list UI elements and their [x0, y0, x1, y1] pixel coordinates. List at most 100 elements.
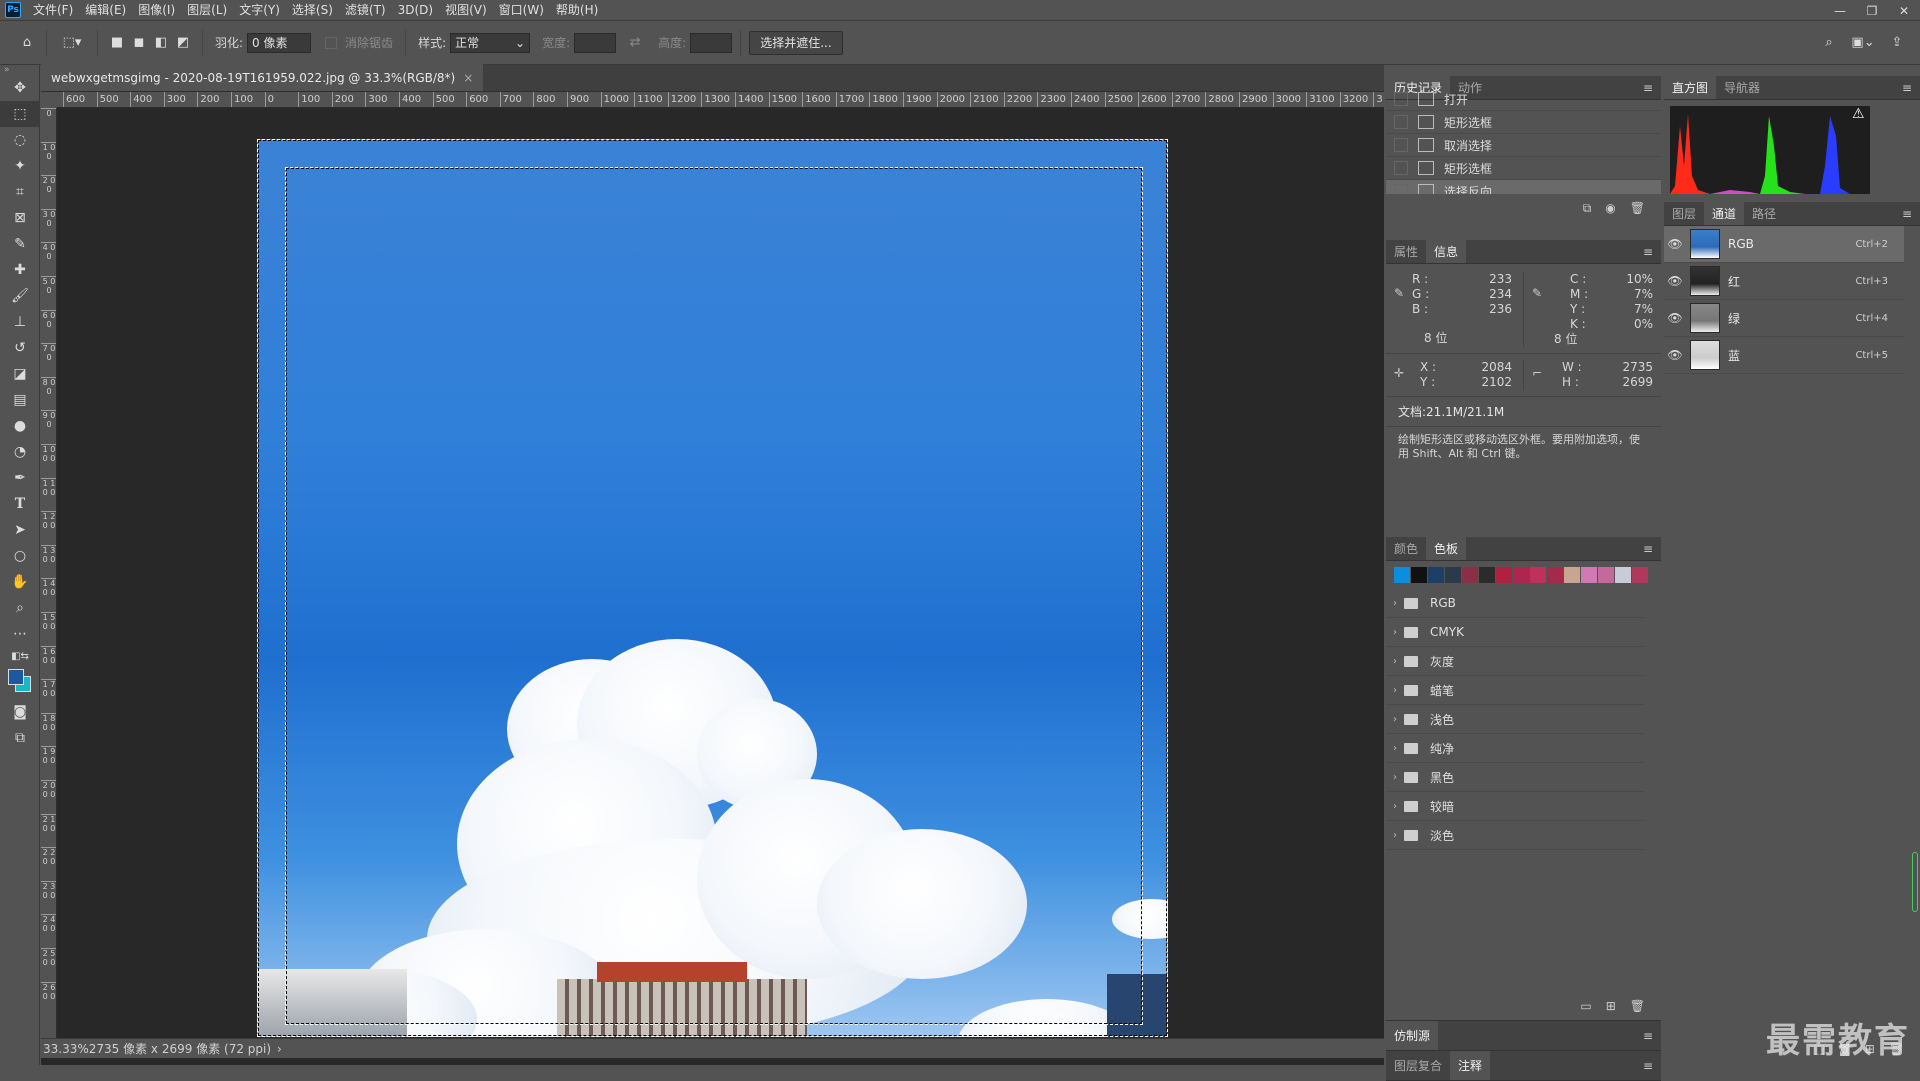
- rect-marquee-tool-icon[interactable]: ⬚: [0, 101, 40, 127]
- swatch-group[interactable]: ›蜡笔: [1386, 676, 1644, 705]
- style-select[interactable]: 正常⌄: [450, 33, 530, 53]
- tab-info[interactable]: 信息: [1426, 240, 1466, 263]
- channel-row[interactable]: 👁红Ctrl+3: [1664, 263, 1904, 300]
- panel-menu-icon[interactable]: ≡: [1635, 1051, 1661, 1080]
- visibility-eye-icon[interactable]: 👁: [1664, 348, 1686, 362]
- workspace-icon[interactable]: ▣⌄: [1852, 32, 1874, 54]
- document-image[interactable]: [257, 139, 1168, 1037]
- tab-color[interactable]: 颜色: [1386, 537, 1426, 560]
- chevron-right-icon[interactable]: ›: [1386, 830, 1404, 841]
- document-tab[interactable]: webwxgetmsgimg - 2020-08-19T161959.022.j…: [41, 64, 483, 91]
- lasso-tool-icon[interactable]: ◌: [0, 127, 40, 153]
- swap-icon[interactable]: ⇄: [624, 32, 646, 54]
- channel-row[interactable]: 👁RGBCtrl+2: [1664, 226, 1904, 263]
- visibility-eye-icon[interactable]: 👁: [1664, 237, 1686, 251]
- history-brush-tool-icon[interactable]: ↺: [0, 335, 40, 361]
- color-swatch[interactable]: [1496, 567, 1512, 583]
- menu-item[interactable]: 编辑(E): [79, 0, 132, 21]
- width-input[interactable]: [574, 33, 616, 53]
- crop-tool-icon[interactable]: ⌗: [0, 179, 40, 205]
- swatch-group[interactable]: ›黑色: [1386, 763, 1644, 792]
- history-checkbox[interactable]: [1394, 92, 1408, 106]
- swatch-group[interactable]: ›CMYK: [1386, 618, 1644, 647]
- new-document-from-state-icon[interactable]: ⧉: [1583, 201, 1592, 216]
- swap-colors-icon[interactable]: ◧⇆: [0, 647, 40, 665]
- brush-tool-icon[interactable]: 🖌: [0, 283, 40, 309]
- swatch-group[interactable]: ›较暗: [1386, 792, 1644, 821]
- chevron-right-icon[interactable]: ›: [1386, 714, 1404, 725]
- path-selection-tool-icon[interactable]: ➤: [0, 517, 40, 543]
- menu-item[interactable]: 3D(D): [392, 0, 439, 21]
- marquee-preset-icon[interactable]: ⬚▾: [55, 32, 89, 54]
- magic-wand-tool-icon[interactable]: ✦: [0, 153, 40, 179]
- collapse-icon[interactable]: »: [0, 65, 39, 75]
- gradient-tool-icon[interactable]: ▤: [0, 387, 40, 413]
- frame-tool-icon[interactable]: ⊠: [0, 205, 40, 231]
- history-checkbox[interactable]: [1394, 115, 1408, 129]
- tab-layers[interactable]: 图层: [1664, 202, 1704, 225]
- feather-input[interactable]: [247, 33, 311, 53]
- color-swatch[interactable]: [1445, 567, 1461, 583]
- history-item[interactable]: 矩形选框: [1386, 111, 1661, 134]
- panel-menu-icon[interactable]: ≡: [1635, 240, 1661, 263]
- subtract-selection-icon[interactable]: ◧: [150, 32, 172, 54]
- swatch-group[interactable]: ›灰度: [1386, 647, 1644, 676]
- panel-menu-icon[interactable]: ≡: [1894, 76, 1920, 99]
- chevron-right-icon[interactable]: ›: [1386, 743, 1404, 754]
- visibility-eye-icon[interactable]: 👁: [1664, 311, 1686, 325]
- snapshot-icon[interactable]: ◉: [1605, 201, 1615, 215]
- tab-paths[interactable]: 路径: [1744, 202, 1784, 225]
- eraser-tool-icon[interactable]: ◪: [0, 361, 40, 387]
- ellipse-tool-icon[interactable]: ○: [0, 543, 40, 569]
- color-swatch[interactable]: [1581, 567, 1597, 583]
- menu-item[interactable]: 选择(S): [286, 0, 339, 21]
- chevron-right-icon[interactable]: ›: [1386, 656, 1404, 667]
- color-swatch[interactable]: [1615, 567, 1631, 583]
- add-selection-icon[interactable]: ◼: [128, 32, 150, 54]
- menu-item[interactable]: 文件(F): [27, 0, 79, 21]
- close-tab-icon[interactable]: ×: [463, 71, 473, 85]
- color-picker[interactable]: [0, 665, 40, 699]
- history-checkbox[interactable]: [1394, 138, 1408, 152]
- select-and-mask-button[interactable]: 选择并遮住...: [749, 31, 842, 55]
- cache-warning-icon[interactable]: ⚠: [1852, 106, 1865, 122]
- tab-swatches[interactable]: 色板: [1426, 537, 1466, 560]
- panel-menu-icon[interactable]: ≡: [1635, 76, 1661, 99]
- horizontal-ruler[interactable]: 6005004003002001000100200300400500600700…: [57, 92, 1384, 108]
- tab-clone-source[interactable]: 仿制源: [1386, 1021, 1438, 1050]
- photoshop-logo-icon[interactable]: Ps: [5, 2, 21, 18]
- menu-item[interactable]: 视图(V): [439, 0, 493, 21]
- history-item[interactable]: 打开: [1386, 88, 1661, 111]
- close-button[interactable]: ✕: [1888, 0, 1920, 21]
- color-swatch[interactable]: [1564, 567, 1580, 583]
- panel-menu-icon[interactable]: ≡: [1635, 1021, 1661, 1050]
- height-input[interactable]: [690, 33, 732, 53]
- menu-item[interactable]: 文字(Y): [233, 0, 286, 21]
- home-icon[interactable]: ⌂: [16, 32, 38, 54]
- antialias-checkbox[interactable]: [325, 37, 337, 49]
- history-checkbox[interactable]: [1394, 184, 1408, 194]
- menu-item[interactable]: 图像(I): [132, 0, 181, 21]
- menu-item[interactable]: 帮助(H): [550, 0, 604, 21]
- tab-navigator[interactable]: 导航器: [1716, 76, 1768, 99]
- trash-icon[interactable]: 🗑: [1630, 999, 1645, 1013]
- chevron-right-icon[interactable]: ›: [1386, 772, 1404, 783]
- swatch-group[interactable]: ›淡色: [1386, 821, 1644, 850]
- move-tool-icon[interactable]: ✥: [0, 75, 40, 101]
- quick-mask-icon[interactable]: ◙: [0, 699, 40, 725]
- foreground-color-swatch[interactable]: [8, 669, 24, 685]
- search-icon[interactable]: ⌕: [1818, 32, 1840, 54]
- new-group-icon[interactable]: ▭: [1580, 999, 1591, 1013]
- tab-notes[interactable]: 注释: [1450, 1051, 1490, 1080]
- chevron-right-icon[interactable]: ›: [1386, 627, 1404, 638]
- panel-menu-icon[interactable]: ≡: [1635, 537, 1661, 560]
- menu-item[interactable]: 滤镜(T): [339, 0, 392, 21]
- history-item[interactable]: 矩形选框: [1386, 157, 1661, 180]
- tab-properties[interactable]: 属性: [1386, 240, 1426, 263]
- history-item[interactable]: 取消选择: [1386, 134, 1661, 157]
- panel-menu-icon[interactable]: ≡: [1894, 202, 1920, 225]
- color-swatch[interactable]: [1513, 567, 1529, 583]
- minimize-button[interactable]: —: [1824, 0, 1856, 21]
- hand-tool-icon[interactable]: ✋: [0, 569, 40, 595]
- screen-mode-icon[interactable]: ⧉: [0, 725, 40, 751]
